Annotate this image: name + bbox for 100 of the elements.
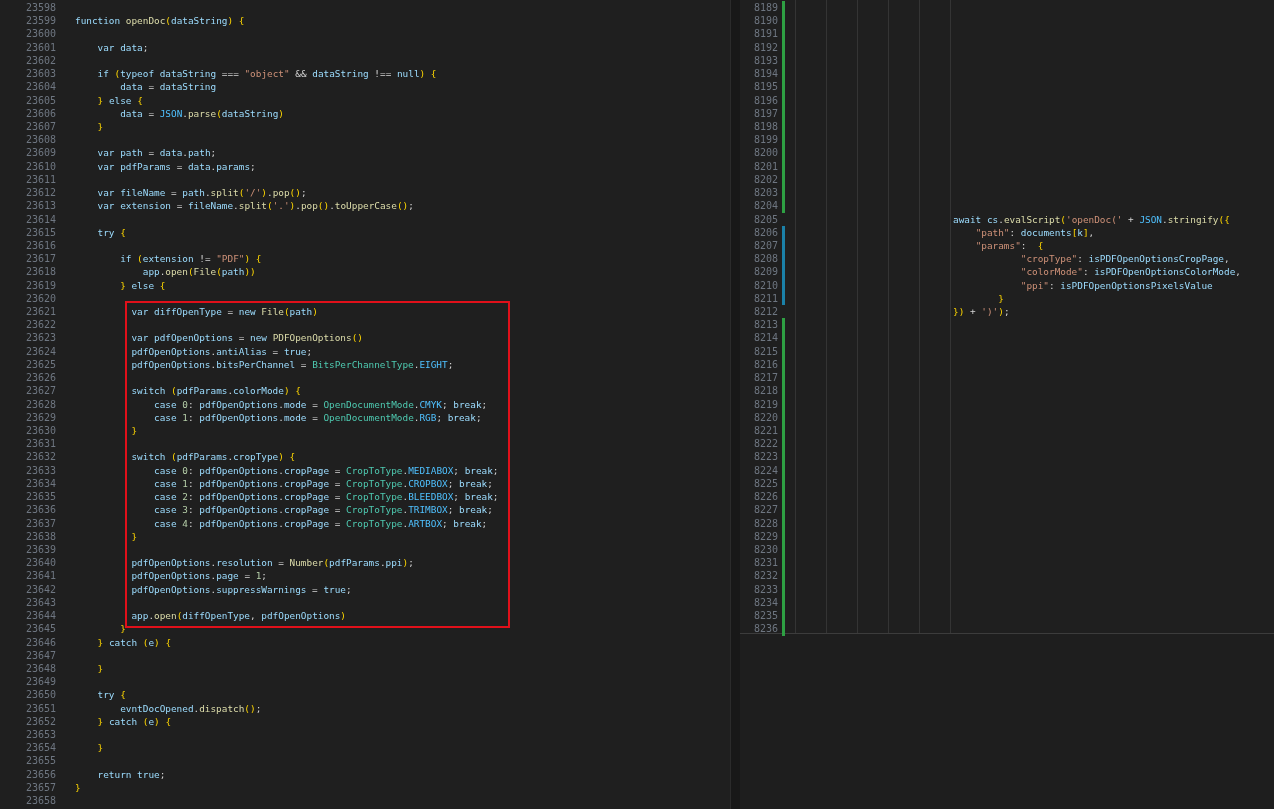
line-number: 23623 (24, 331, 56, 345)
line-number: 23599 (24, 14, 56, 28)
code-line: case 0: pdfOpenOptions.cropPage = CropToType.MEDIABOX; break; (153, 463, 499, 477)
line-number: 8236 (752, 622, 778, 636)
code-line: pdfOpenOptions.antiAlias = true; (130, 344, 313, 358)
line-number: 8209 (752, 265, 778, 279)
line-number: 23657 (24, 780, 56, 795)
line-number: 23617 (24, 252, 56, 266)
line-number: 23632 (24, 450, 56, 464)
line-number: 23616 (24, 238, 56, 253)
code-line: app.open(diffOpenType, pdfOpenOptions) (130, 609, 346, 623)
line-number: 23621 (24, 305, 56, 319)
code-line: }) + ')'); (952, 305, 1010, 319)
line-number: 8225 (752, 476, 778, 491)
line-number: 8190 (752, 14, 778, 28)
code-line: await cs.evalScript('openDoc(' + JSON.stringify({ (952, 212, 1230, 226)
code-line: return true; (96, 767, 166, 781)
code-line: var path = data.path; (96, 146, 217, 160)
line-number: 8194 (752, 67, 778, 81)
line-number: 23648 (24, 661, 56, 676)
code-line: } else { (96, 93, 143, 107)
line-number: 23627 (24, 384, 56, 398)
line-number: 23626 (24, 371, 56, 385)
line-number: 8192 (752, 40, 778, 54)
line-number: 8193 (752, 53, 778, 68)
line-number: 8220 (752, 410, 778, 424)
line-number: 23658 (24, 794, 56, 808)
line-number: 8191 (752, 27, 778, 41)
line-number: 23603 (24, 67, 56, 81)
code-line: pdfOpenOptions.suppressWarnings = true; (130, 582, 352, 596)
code-line: } (96, 741, 104, 755)
code-line: var fileName = path.split('/').pop(); (96, 186, 307, 200)
code-line: } catch (e) { (96, 714, 172, 729)
code-line: } catch (e) { (96, 635, 172, 649)
line-number: 23629 (24, 410, 56, 424)
line-number: 8222 (752, 437, 778, 451)
line-number: 23655 (24, 754, 56, 768)
code-line: data = JSON.parse(dataString) (119, 106, 284, 120)
line-number: 23650 (24, 688, 56, 702)
line-number: 8200 (752, 146, 778, 160)
line-number: 8235 (752, 609, 778, 623)
line-number: 8226 (752, 490, 778, 504)
line-number: 23619 (24, 278, 56, 292)
line-number: 23618 (24, 265, 56, 279)
line-number: 23647 (24, 648, 56, 662)
line-number: 8201 (752, 159, 778, 173)
line-number: 8216 (752, 357, 778, 372)
code-line: "colorMode": isPDFOpenOptionsColorMode, (1019, 265, 1241, 279)
line-number: 8210 (752, 278, 778, 292)
line-number: 8208 (752, 252, 778, 266)
line-number: 8231 (752, 556, 778, 570)
code-line: pdfOpenOptions.bitsPerChannel = BitsPerChannelType.EIGHT; (130, 357, 454, 372)
line-number: 23645 (24, 622, 56, 636)
line-number: 23646 (24, 635, 56, 649)
code-line: } (997, 291, 1004, 306)
line-number: 8228 (752, 516, 778, 530)
line-number: 23628 (24, 397, 56, 411)
line-number: 23644 (24, 609, 56, 623)
line-number: 23641 (24, 569, 56, 583)
code-line: var diffOpenType = new File(path) (130, 305, 318, 319)
line-number: 8199 (752, 133, 778, 147)
code-line: var pdfParams = data.params; (96, 159, 256, 173)
code-line: } (75, 780, 81, 795)
line-number: 23640 (24, 556, 56, 570)
code-line: case 1: pdfOpenOptions.mode = OpenDocumentMode.RGB; break; (153, 410, 482, 424)
line-number: 23649 (24, 675, 56, 689)
splitter-bar[interactable] (730, 0, 740, 809)
line-number: 23606 (24, 106, 56, 120)
line-number: 8211 (752, 291, 778, 306)
code-line: try { (96, 225, 126, 239)
line-number: 23639 (24, 542, 56, 557)
line-number: 8203 (752, 186, 778, 200)
line-number: 23620 (24, 291, 56, 306)
line-number: 23651 (24, 701, 56, 715)
line-number: 8189 (752, 1, 778, 15)
code-line: evntDocOpened.dispatch(); (119, 701, 262, 715)
line-number: 23598 (24, 1, 56, 15)
line-number: 8232 (752, 569, 778, 583)
code-line: case 0: pdfOpenOptions.mode = OpenDocumentMode.CMYK; break; (153, 397, 488, 411)
line-number: 8206 (752, 225, 778, 239)
code-line: } (130, 424, 138, 438)
line-number: 23613 (24, 199, 56, 213)
line-number: 8195 (752, 80, 778, 94)
code-line: "ppi": isPDFOpenOptionsPixelsValue (1019, 278, 1213, 292)
code-line: "params": { (974, 238, 1044, 253)
line-number: 8227 (752, 503, 778, 517)
line-number: 23625 (24, 357, 56, 372)
code-line: } else { (119, 278, 166, 292)
line-number: 23637 (24, 516, 56, 530)
line-number: 8233 (752, 582, 778, 596)
line-number: 23630 (24, 424, 56, 438)
line-number: 8198 (752, 119, 778, 134)
line-number: 23643 (24, 595, 56, 610)
line-number: 23636 (24, 503, 56, 517)
code-line: "path": documents[k], (974, 225, 1095, 239)
code-line: if (extension != "PDF") { (119, 252, 262, 266)
code-line: } (130, 529, 138, 543)
line-number: 23605 (24, 93, 56, 107)
line-number: 23608 (24, 133, 56, 147)
line-number: 8204 (752, 199, 778, 213)
